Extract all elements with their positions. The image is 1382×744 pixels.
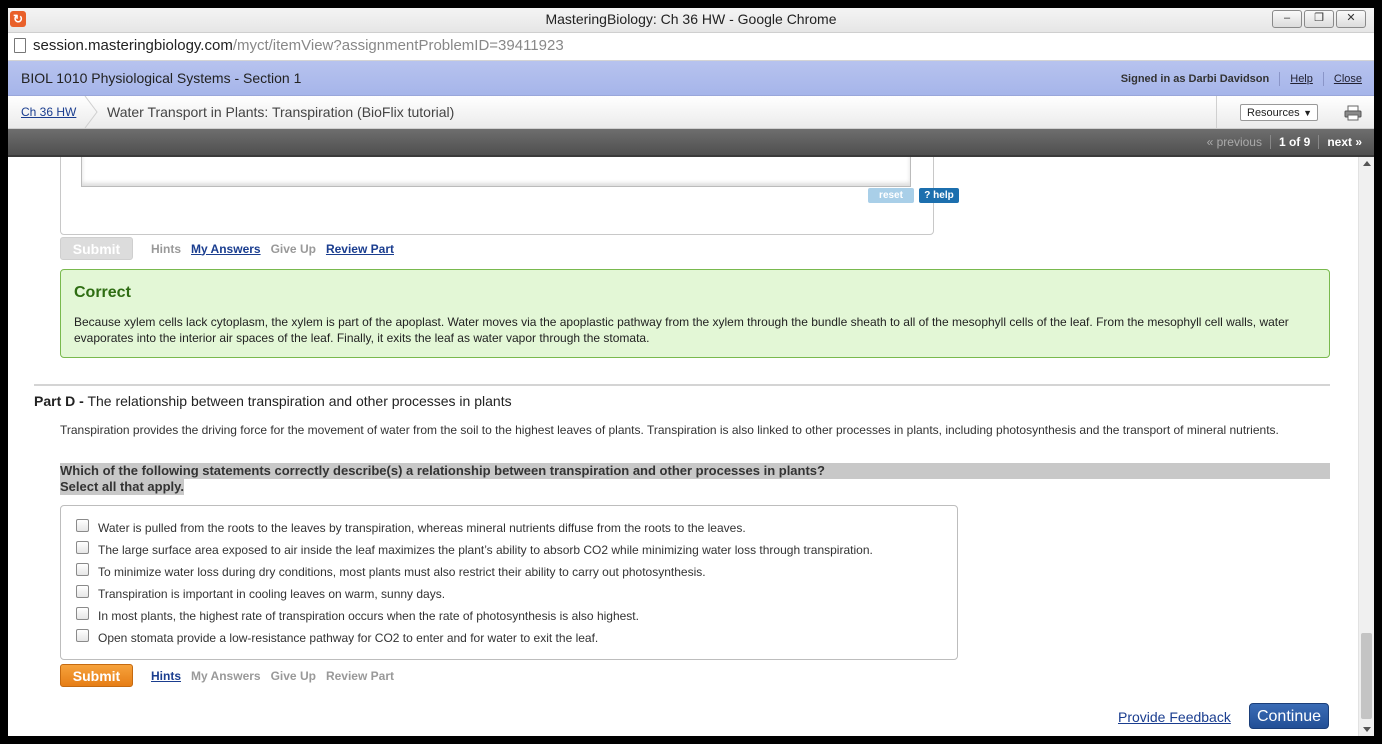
scroll-down-arrow-icon[interactable] (1363, 727, 1371, 732)
option-label: To minimize water loss during dry condit… (98, 565, 706, 579)
divider (1216, 96, 1217, 128)
item-title: Water Transport in Plants: Transpiration… (107, 104, 455, 120)
part-d-review-part: Review Part (325, 668, 394, 683)
part-d-actions: Submit Hints My Answers Give Up Review P… (60, 664, 404, 687)
url-text[interactable]: session.masteringbiology.com/myct/itemVi… (33, 37, 564, 54)
option-label: Open stomata provide a low-resistance pa… (98, 631, 599, 645)
resources-label: Resources (1247, 107, 1300, 119)
part-d-question: Which of the following statements correc… (60, 463, 1330, 495)
content-area: reset ? help Submit Hints My Answers Giv… (8, 157, 1358, 736)
divider (1322, 72, 1324, 86)
scroll-up-arrow-icon[interactable] (1363, 161, 1371, 166)
part-c-submit-button[interactable]: Submit (60, 237, 133, 260)
option-3[interactable]: To minimize water loss during dry condit… (76, 562, 706, 579)
option-label: In most plants, the highest rate of tran… (98, 609, 639, 623)
page-icon (14, 38, 26, 53)
part-c-my-answers-link[interactable]: My Answers (191, 242, 261, 256)
close-link[interactable]: Close (1334, 73, 1362, 85)
part-c-hints: Hints (151, 241, 181, 256)
minimize-button[interactable]: – (1272, 10, 1302, 28)
window-title: MasteringBiology: Ch 36 HW - Google Chro… (545, 11, 837, 27)
printer-icon[interactable] (1344, 105, 1362, 121)
window-controls: – ❐ ✕ (1272, 10, 1366, 28)
option-2[interactable]: The large surface area exposed to air in… (76, 540, 873, 557)
part-c-review-part-link[interactable]: Review Part (326, 242, 394, 256)
part-d-label: Part D - (34, 393, 84, 409)
checkbox-3[interactable] (76, 562, 89, 576)
divider (1318, 135, 1320, 149)
assignment-link[interactable]: Ch 36 HW (21, 105, 76, 119)
close-window-button[interactable]: ✕ (1336, 10, 1366, 28)
part-d-submit-button[interactable]: Submit (60, 664, 133, 687)
checkbox-2[interactable] (76, 540, 89, 554)
question-text: Which of the following statements correc… (60, 463, 1330, 479)
restore-button[interactable]: ❐ (1304, 10, 1334, 28)
dropdown-arrow-icon: ▼ (1303, 108, 1312, 118)
answer-options: Water is pulled from the roots to the le… (60, 505, 958, 660)
option-6[interactable]: Open stomata provide a low-resistance pa… (76, 628, 599, 645)
breadcrumb-chevron-icon (84, 96, 98, 128)
checkbox-1[interactable] (76, 518, 89, 532)
correct-explanation: Because xylem cells lack cytoplasm, the … (74, 315, 1289, 345)
option-label: The large surface area exposed to air in… (98, 543, 873, 557)
option-label: Water is pulled from the roots to the le… (98, 521, 746, 535)
checkbox-5[interactable] (76, 606, 89, 620)
checkbox-4[interactable] (76, 584, 89, 598)
part-d-title-text: The relationship between transpiration a… (87, 393, 512, 409)
option-label: Transpiration is important in cooling le… (98, 587, 446, 601)
signed-in-label: Signed in as Darbi Davidson (1120, 73, 1270, 85)
checkbox-6[interactable] (76, 628, 89, 642)
provide-feedback-link[interactable]: Provide Feedback (1118, 709, 1231, 725)
account-links: Signed in as Darbi Davidson Help Close (1121, 72, 1362, 86)
part-c-actions: Submit Hints My Answers Give Up Review P… (60, 237, 404, 260)
part-d-give-up: Give Up (270, 668, 316, 683)
divider (1279, 72, 1281, 86)
help-link[interactable]: Help (1290, 73, 1313, 85)
next-link[interactable]: next » (1327, 135, 1362, 149)
part-d-title: Part D - The relationship between transp… (34, 393, 512, 409)
part-c-answer-box: reset ? help (60, 157, 959, 235)
divider (1269, 135, 1271, 149)
url-host: session.masteringbiology.com (33, 37, 233, 54)
pagination: « previous 1 of 9 next » (1207, 135, 1362, 149)
browser-window: ↻ MasteringBiology: Ch 36 HW - Google Ch… (8, 8, 1374, 736)
address-bar[interactable]: session.masteringbiology.com/myct/itemVi… (8, 33, 1374, 61)
pagination-bar: « previous 1 of 9 next » (8, 129, 1374, 157)
part-d-intro: Transpiration provides the driving force… (60, 423, 1279, 437)
section-divider (34, 384, 1330, 386)
resources-select[interactable]: Resources ▼ (1240, 104, 1318, 121)
question-instruction: Select all that apply. (60, 479, 185, 495)
option-1[interactable]: Water is pulled from the roots to the le… (76, 518, 746, 535)
vertical-scrollbar[interactable] (1358, 157, 1374, 736)
option-5[interactable]: In most plants, the highest rate of tran… (76, 606, 639, 623)
title-bar: ↻ MasteringBiology: Ch 36 HW - Google Ch… (8, 8, 1374, 33)
correct-heading: Correct (74, 284, 131, 301)
scrollbar-thumb[interactable] (1361, 633, 1372, 719)
course-bar: BIOL 1010 Physiological Systems - Sectio… (8, 61, 1374, 96)
breadcrumb: Ch 36 HW Water Transport in Plants: Tran… (8, 96, 1374, 129)
item-position: 1 of 9 (1278, 135, 1311, 149)
option-4[interactable]: Transpiration is important in cooling le… (76, 584, 446, 601)
part-c-give-up: Give Up (270, 241, 316, 256)
help-button[interactable]: ? help (919, 188, 959, 203)
previous-link[interactable]: « previous (1207, 135, 1262, 149)
reset-button[interactable]: reset (868, 188, 914, 203)
url-path: /myct/itemView?assignmentProblemID=39411… (232, 37, 564, 54)
part-d-my-answers: My Answers (191, 668, 261, 683)
continue-button[interactable]: Continue (1249, 703, 1329, 729)
course-title: BIOL 1010 Physiological Systems - Sectio… (21, 70, 302, 86)
part-d-hints-link[interactable]: Hints (151, 669, 181, 683)
correct-feedback-box: Correct Because xylem cells lack cytopla… (60, 269, 1330, 358)
part-c-drag-area[interactable] (81, 157, 911, 187)
